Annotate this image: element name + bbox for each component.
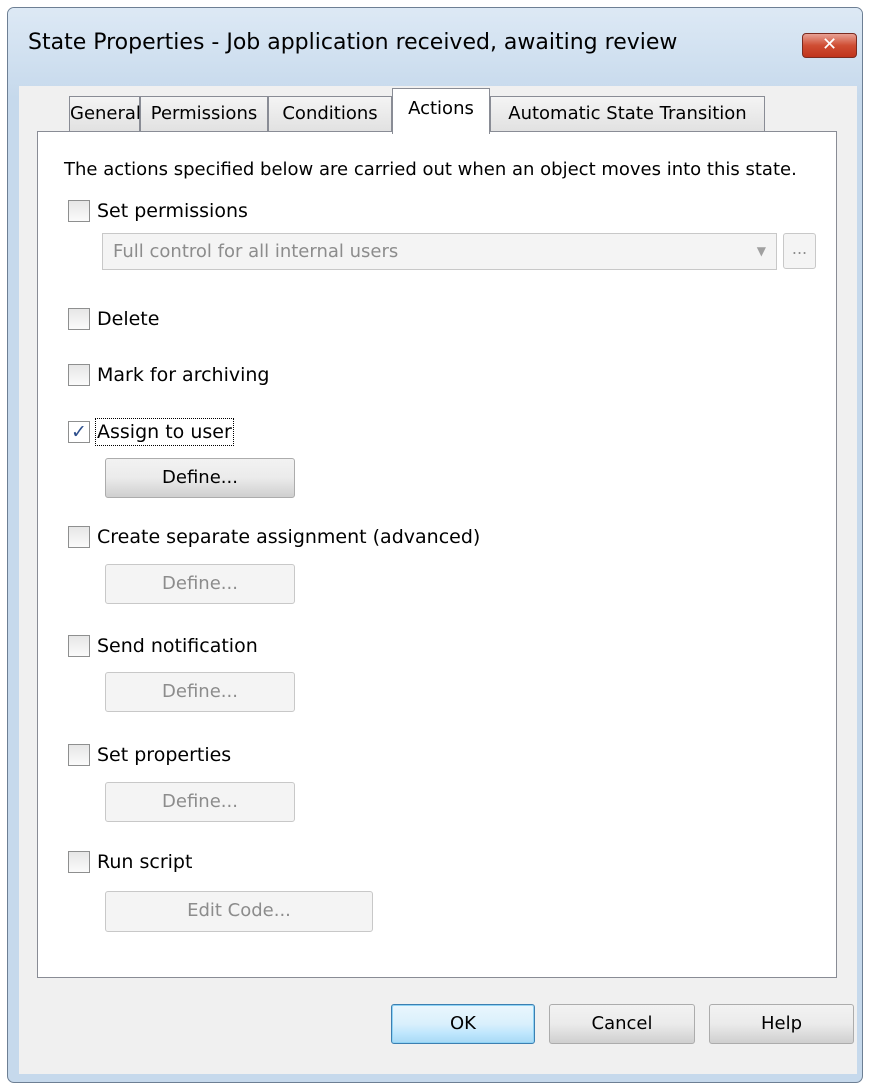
tab-general[interactable]: General [69,96,141,132]
assign-to-user-checkbox[interactable]: ✓ [68,421,90,443]
close-button[interactable]: ✕ [802,33,857,58]
close-icon: ✕ [821,34,838,55]
send-notification-checkbox[interactable] [68,635,90,657]
delete-checkbox[interactable] [68,308,90,330]
tab-actions[interactable]: Actions [392,88,490,134]
actions-panel: The actions specified below are carried … [37,131,837,978]
create-separate-assignment-label: Create separate assignment (advanced) [97,526,481,548]
dialog-client-area: General Permissions Conditions Actions A… [19,86,857,1074]
dialog-window: State Properties - Job application recei… [7,7,863,1083]
cancel-button[interactable]: Cancel [549,1004,695,1044]
mark-for-archiving-checkbox[interactable] [68,364,90,386]
set-properties-label: Set properties [97,744,232,766]
create-separate-assignment-checkbox[interactable] [68,526,90,548]
delete-label: Delete [97,308,160,330]
edit-code-button[interactable]: Edit Code... [105,891,373,932]
ok-button[interactable]: OK [391,1004,535,1044]
chevron-down-icon: ▼ [756,244,766,258]
check-icon: ✓ [71,421,87,443]
help-button[interactable]: Help [709,1004,854,1044]
send-notification-define-button[interactable]: Define... [105,672,295,712]
send-notification-label: Send notification [97,635,258,657]
actions-description: The actions specified below are carried … [64,159,797,180]
permissions-combo-value: Full control for all internal users [113,241,399,262]
set-permissions-label: Set permissions [97,200,248,222]
run-script-label: Run script [97,851,193,873]
tab-automatic-state-transition[interactable]: Automatic State Transition [490,96,765,132]
assign-to-user-define-button[interactable]: Define... [105,458,295,498]
mark-for-archiving-label: Mark for archiving [97,364,270,386]
set-properties-define-button[interactable]: Define... [105,782,295,822]
tab-permissions[interactable]: Permissions [140,96,268,132]
create-separate-assignment-define-button[interactable]: Define... [105,564,295,604]
tab-conditions[interactable]: Conditions [268,96,392,132]
permissions-ellipsis-button[interactable]: ... [783,233,816,269]
assign-to-user-label: Assign to user [95,418,234,446]
window-title: State Properties - Job application recei… [28,30,678,55]
set-permissions-checkbox[interactable] [68,200,90,222]
set-properties-checkbox[interactable] [68,744,90,766]
run-script-checkbox[interactable] [68,851,90,873]
permissions-combo[interactable]: Full control for all internal users ▼ [102,233,777,270]
